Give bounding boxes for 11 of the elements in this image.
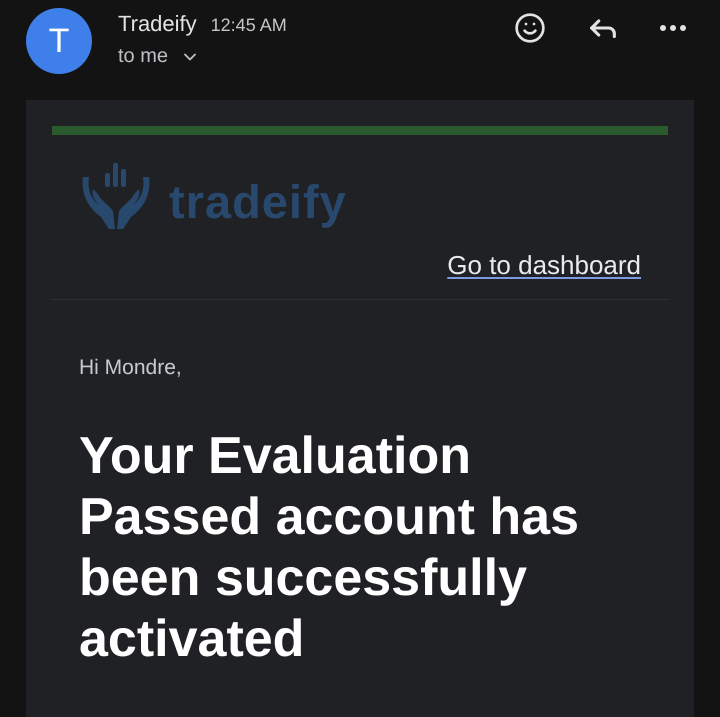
sent-time: 12:45 AM bbox=[210, 15, 287, 36]
more-icon bbox=[660, 25, 686, 31]
email-headline: Your Evaluation Passed account has been successfully activated bbox=[79, 426, 580, 670]
recipient-toggle[interactable]: to me bbox=[118, 45, 200, 68]
dashboard-link[interactable]: Go to dashboard bbox=[447, 250, 641, 281]
sender-name: Tradeify bbox=[118, 11, 197, 37]
greeting-text: Hi Mondre, bbox=[79, 356, 182, 380]
smiley-icon bbox=[514, 12, 546, 44]
emoji-reaction-button[interactable] bbox=[514, 12, 546, 44]
more-options-button[interactable] bbox=[660, 25, 686, 31]
sender-avatar: T bbox=[26, 8, 92, 74]
